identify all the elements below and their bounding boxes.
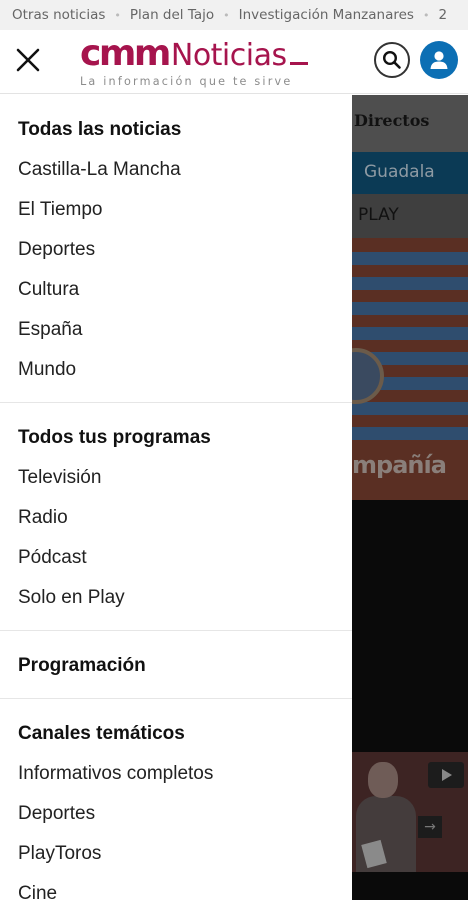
bg-play-bar: PLAY (352, 194, 468, 238)
site-header: cmm Noticias La información que te sirve (0, 30, 468, 94)
menu-heading-todas-las-noticias[interactable]: Todas las noticias (0, 110, 352, 150)
menu-heading-canales-tematicos[interactable]: Canales temáticos (0, 714, 352, 754)
menu-item-deportes-canal[interactable]: Deportes (0, 794, 352, 834)
menu-item-informativos-completos[interactable]: Informativos completos (0, 754, 352, 794)
tag-plan-del-tajo[interactable]: Plan del Tajo (130, 7, 214, 23)
user-account-button[interactable] (420, 41, 458, 79)
user-icon (430, 51, 448, 69)
tag-separator: • (114, 8, 121, 22)
cmm-noticias-logo[interactable]: cmm Noticias La información que te sirve (80, 36, 330, 88)
menu-item-mundo[interactable]: Mundo (0, 350, 352, 390)
menu-item-el-tiempo[interactable]: El Tiempo (0, 190, 352, 230)
logo-underscore (289, 62, 308, 65)
bg-video-thumbnail: → (352, 752, 468, 872)
bg-thumbnail-person (356, 762, 416, 872)
menu-item-espana[interactable]: España (0, 310, 352, 350)
logo-brand: cmm (80, 33, 171, 74)
menu-item-solo-en-play[interactable]: Solo en Play (0, 578, 352, 618)
bg-directos-bar: Directos (352, 95, 468, 152)
tag-next[interactable]: 2 (438, 7, 447, 23)
menu-item-playtoros[interactable]: PlayToros (0, 834, 352, 874)
menu-heading-programacion[interactable]: Programación (0, 646, 352, 686)
menu-item-podcast[interactable]: Pódcast (0, 538, 352, 578)
menu-section-canales: Canales temáticos Informativos completos… (0, 699, 352, 900)
menu-section-programas: Todos tus programas Televisión Radio Pód… (0, 403, 352, 631)
tag-separator: • (223, 8, 230, 22)
tag-investigacion-manzanares[interactable]: Investigación Manzanares (239, 7, 414, 23)
menu-section-noticias: Todas las noticias Castilla-La Mancha El… (0, 95, 352, 403)
menu-item-castilla-la-mancha[interactable]: Castilla-La Mancha (0, 150, 352, 190)
navigation-drawer: Todas las noticias Castilla-La Mancha El… (0, 95, 352, 900)
play-icon (428, 762, 464, 788)
search-button[interactable] (374, 42, 410, 78)
menu-item-cine[interactable]: Cine (0, 874, 352, 900)
menu-item-deportes[interactable]: Deportes (0, 230, 352, 270)
logo-name: Noticias (170, 38, 287, 73)
logo-wordmark: cmm Noticias (80, 36, 330, 72)
bg-play-label: PLAY (358, 205, 399, 225)
background-page-overlay[interactable]: Directos Guadala PLAY mpañía → (352, 95, 468, 900)
tag-otras-noticias[interactable]: Otras noticias (12, 7, 105, 23)
topic-tag-bar: Otras noticias • Plan del Tajo • Investi… (0, 0, 468, 30)
bg-channel-band: Guadala (352, 152, 468, 194)
close-icon (16, 48, 40, 72)
bg-directos-label: Directos (354, 111, 430, 130)
bg-video-image: mpañía (352, 238, 468, 500)
tag-separator: • (422, 8, 430, 22)
menu-item-radio[interactable]: Radio (0, 498, 352, 538)
menu-item-television[interactable]: Televisión (0, 458, 352, 498)
search-icon (382, 50, 401, 69)
menu-heading-todos-tus-programas[interactable]: Todos tus programas (0, 418, 352, 458)
menu-item-cultura[interactable]: Cultura (0, 270, 352, 310)
bg-band-label: Guadala (364, 162, 435, 182)
close-menu-button[interactable] (10, 42, 46, 78)
bg-promo-text: mpañía (352, 451, 447, 479)
logo-slogan: La información que te sirve (80, 75, 293, 88)
arrow-right-icon: → (418, 816, 442, 838)
menu-section-programacion: Programación (0, 631, 352, 699)
